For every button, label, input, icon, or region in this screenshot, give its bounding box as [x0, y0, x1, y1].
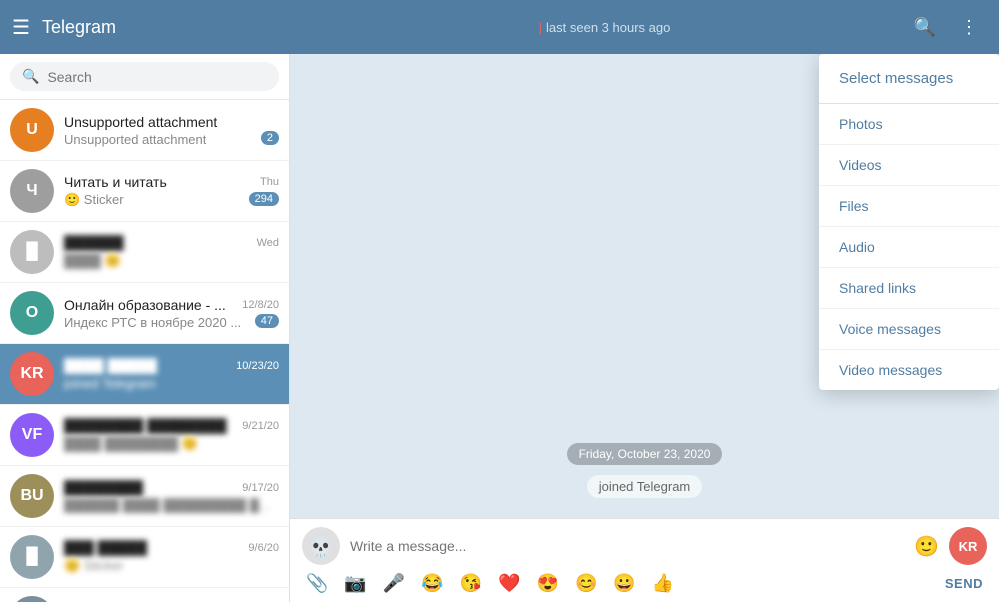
chat-preview: Индекс РТС в ноябре 2020 ...: [64, 315, 241, 330]
chat-name: Онлайн образование - ...: [64, 297, 226, 313]
chat-item[interactable]: █ ██████ Wed ████ 😊: [0, 222, 289, 283]
avatar: █: [10, 596, 54, 602]
attachment-icon[interactable]: 📎: [306, 573, 328, 594]
chat-time: 10/23/20: [236, 360, 279, 372]
search-input[interactable]: [47, 69, 267, 85]
send-button[interactable]: SEND: [945, 576, 983, 591]
chat-preview: joined Telegram: [64, 376, 156, 391]
avatar: Ч: [10, 169, 54, 213]
chat-time: Thu: [260, 176, 279, 188]
emoji-4-icon[interactable]: 😍: [537, 573, 559, 594]
dropdown-item-shared-links[interactable]: Shared links: [819, 268, 999, 309]
sender-avatar: KR: [949, 527, 987, 565]
message-input[interactable]: [350, 538, 904, 554]
svg-text:💀: 💀: [307, 533, 334, 558]
emoji-5-icon[interactable]: 😊: [575, 573, 597, 594]
avatar: █: [10, 230, 54, 274]
last-seen-status: |last seen 3 hours ago: [539, 20, 671, 35]
badge: 2: [261, 131, 279, 145]
chat-name: Читать и читать: [64, 174, 167, 190]
chat-preview: 😊 Sticker: [64, 558, 124, 574]
chat-content: ██████ Wed ████ 😊: [64, 235, 279, 269]
toolbar-row: 📎 📷 🎤 😂 😘 ❤️ 😍 😊 😀 👍 SEND: [302, 573, 987, 594]
emoji-6-icon[interactable]: 😀: [613, 573, 635, 594]
dropdown-menu: Select messagesPhotosVideosFilesAudioSha…: [819, 54, 999, 390]
chat-list: U Unsupported attachment Unsupported att…: [0, 100, 289, 602]
chat-content: Читать и читать Thu 🙂 Sticker 294: [64, 174, 279, 208]
mic-icon[interactable]: 🎤: [383, 573, 405, 594]
chat-preview: ████ ████████ 😊: [64, 436, 198, 452]
avatar: BU: [10, 474, 54, 518]
dropdown-item-videos[interactable]: Videos: [819, 145, 999, 186]
more-icon[interactable]: ⋮: [951, 9, 987, 45]
chat-item[interactable]: BU ████████ 9/17/20 ██████ ████ ████████…: [0, 466, 289, 527]
badge: 47: [255, 314, 279, 328]
emoji-1-icon[interactable]: 😂: [421, 573, 443, 594]
dropdown-item-photos[interactable]: Photos: [819, 104, 999, 145]
hamburger-icon[interactable]: ☰: [12, 15, 30, 40]
avatar: VF: [10, 413, 54, 457]
top-bar: ☰ Telegram |last seen 3 hours ago 🔍 ⋮: [0, 0, 999, 54]
photo-icon[interactable]: 📷: [344, 573, 366, 594]
date-divider: Friday, October 23, 2020: [567, 443, 723, 465]
avatar: KR: [10, 352, 54, 396]
badge: 294: [249, 192, 279, 206]
chat-content: Онлайн образование - ... 12/8/20 Индекс …: [64, 297, 279, 330]
chat-item[interactable]: U Unsupported attachment Unsupported att…: [0, 100, 289, 161]
chat-name: ████ █████: [64, 358, 157, 374]
chat-content: ████████ 9/17/20 ██████ ████ █████████ █…: [64, 480, 279, 513]
chat-name: Unsupported attachment: [64, 114, 217, 130]
chat-time: 9/21/20: [242, 420, 279, 432]
chat-content: ████ █████ 10/23/20 joined Telegram: [64, 358, 279, 391]
chat-time: Wed: [257, 237, 279, 249]
chat-preview: ████ 😊: [64, 253, 121, 269]
chat-name: ███ █████: [64, 540, 147, 556]
avatar: О: [10, 291, 54, 335]
chat-content: Unsupported attachment Unsupported attac…: [64, 114, 279, 147]
avatar: █: [10, 535, 54, 579]
dropdown-item-video-messages[interactable]: Video messages: [819, 350, 999, 390]
app-title: Telegram: [42, 17, 116, 38]
chat-preview: ██████ ████ █████████ █...: [64, 498, 270, 513]
chat-name: ████████ ████████: [64, 418, 227, 434]
sidebar: 🔍 U Unsupported attachment Unsupported a…: [0, 54, 290, 602]
search-bar: 🔍: [0, 54, 289, 100]
dropdown-item-files[interactable]: Files: [819, 186, 999, 227]
emoji-3-icon[interactable]: ❤️: [498, 573, 520, 594]
dropdown-item-audio[interactable]: Audio: [819, 227, 999, 268]
chat-time: 12/8/20: [242, 299, 279, 311]
search-icon-sm: 🔍: [22, 68, 39, 85]
chat-item[interactable]: VF ████████ ████████ 9/21/20 ████ ██████…: [0, 405, 289, 466]
chat-item[interactable]: KR ████ █████ 10/23/20 joined Telegram: [0, 344, 289, 405]
emoji-7-icon[interactable]: 👍: [652, 573, 674, 594]
emoji-icon[interactable]: 🙂: [914, 534, 939, 559]
chat-preview: 🙂 Sticker: [64, 192, 124, 208]
chat-item[interactable]: Ч Читать и читать Thu 🙂 Sticker 294: [0, 161, 289, 222]
chat-content: ███ █████ 9/6/20 😊 Sticker: [64, 540, 279, 574]
search-icon[interactable]: 🔍: [907, 9, 943, 45]
system-message: joined Telegram: [587, 475, 703, 498]
emoji-2-icon[interactable]: 😘: [460, 573, 482, 594]
message-input-area: 💀 🙂 KR 📎 📷 🎤 😂 😘 ❤️ 😍 😊 😀 👍 SEND: [290, 518, 999, 602]
chat-time: 9/6/20: [248, 542, 279, 554]
chat-name: ████████: [64, 480, 143, 496]
bot-avatar: 💀: [302, 527, 340, 565]
chat-content: ████████ ████████ 9/21/20 ████ ████████ …: [64, 418, 279, 452]
chat-name: ██████: [64, 235, 124, 251]
dropdown-item-voice-messages[interactable]: Voice messages: [819, 309, 999, 350]
chat-time: 9/17/20: [242, 482, 279, 494]
avatar: U: [10, 108, 54, 152]
chat-item[interactable]: █ ███ █████ 9/6/20 😊 Sticker: [0, 527, 289, 588]
chat-preview: Unsupported attachment: [64, 132, 206, 147]
dropdown-item-select-messages[interactable]: Select messages: [819, 54, 999, 104]
chat-item[interactable]: █ ████ 2/9/20: [0, 588, 289, 602]
chat-item[interactable]: О Онлайн образование - ... 12/8/20 Индек…: [0, 283, 289, 344]
